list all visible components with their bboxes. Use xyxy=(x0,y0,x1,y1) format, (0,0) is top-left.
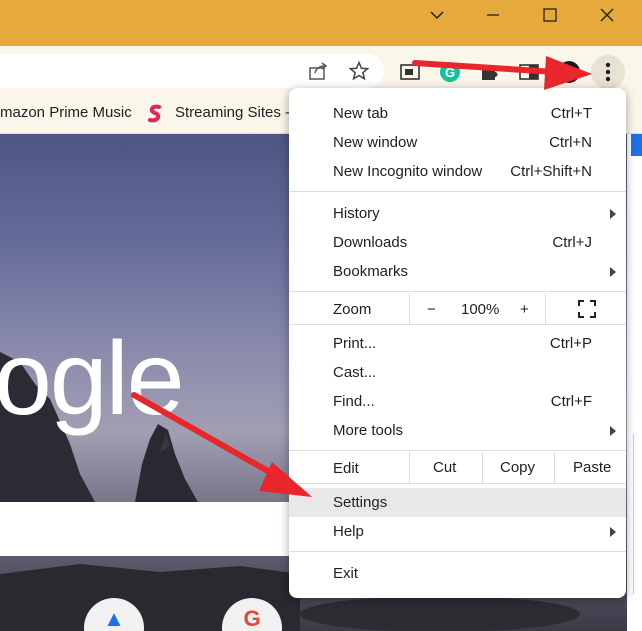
google-search-box[interactable] xyxy=(0,502,296,556)
menu-separator xyxy=(289,191,626,192)
menu-item-history[interactable]: History xyxy=(289,199,626,228)
edit-divider xyxy=(482,452,483,483)
menu-separator xyxy=(289,291,626,292)
bookmark-item[interactable]: Streaming Sites - xyxy=(175,104,290,121)
menu-item-exit[interactable]: Exit xyxy=(289,559,626,588)
chrome-main-menu: New tab Ctrl+T New window Ctrl+N New Inc… xyxy=(289,88,626,598)
menu-item-new-window[interactable]: New window Ctrl+N xyxy=(289,128,626,157)
menu-item-bookmarks[interactable]: Bookmarks xyxy=(289,257,626,286)
kebab-menu-icon xyxy=(605,62,611,82)
profile-icon[interactable] xyxy=(556,59,582,85)
streaming-sites-icon xyxy=(146,104,164,124)
menu-separator xyxy=(289,324,626,325)
menu-item-new-tab[interactable]: New tab Ctrl+T xyxy=(289,99,626,128)
paste-button[interactable]: Paste xyxy=(573,459,611,476)
cut-button[interactable]: Cut xyxy=(433,459,456,476)
chevron-down-icon[interactable] xyxy=(414,0,460,30)
maximize-button[interactable] xyxy=(527,0,573,30)
fullscreen-icon[interactable] xyxy=(578,300,596,322)
share-icon[interactable] xyxy=(306,58,332,84)
menu-separator xyxy=(289,551,626,552)
submenu-arrow-icon xyxy=(610,426,616,436)
menu-separator xyxy=(289,450,626,451)
zoom-in-button[interactable]: + xyxy=(520,301,529,318)
menu-item-new-incognito-window[interactable]: New Incognito window Ctrl+Shift+N xyxy=(289,157,626,186)
svg-text:G: G xyxy=(445,65,455,80)
minimize-button[interactable] xyxy=(470,0,516,30)
page-edge xyxy=(627,134,642,631)
google-logo: ogle xyxy=(0,321,185,437)
menu-row-edit: Edit Cut Copy Paste xyxy=(289,452,626,483)
zoom-out-button[interactable]: − xyxy=(427,301,436,318)
edit-divider xyxy=(554,452,555,483)
page-edge-border xyxy=(633,434,642,594)
menu-separator xyxy=(289,483,626,484)
menu-item-more-tools[interactable]: More tools xyxy=(289,416,626,445)
edit-divider xyxy=(409,452,410,483)
menu-item-cast[interactable]: Cast... xyxy=(289,358,626,387)
bookmark-item[interactable]: mazon Prime Music xyxy=(0,104,132,121)
zoom-divider xyxy=(545,293,546,324)
menu-item-downloads[interactable]: Downloads Ctrl+J xyxy=(289,228,626,257)
bookmark-star-icon[interactable] xyxy=(346,58,372,84)
grammarly-icon[interactable]: G xyxy=(437,59,463,85)
submenu-arrow-icon xyxy=(610,209,616,219)
menu-item-help[interactable]: Help xyxy=(289,517,626,546)
menu-item-settings[interactable]: Settings xyxy=(289,488,626,517)
puzzle-extensions-icon[interactable] xyxy=(476,59,502,85)
page-edge-blue-bar xyxy=(631,134,642,156)
close-button[interactable] xyxy=(584,0,630,30)
title-bar xyxy=(0,0,642,46)
drive-icon: ▲ xyxy=(103,606,125,631)
zoom-divider xyxy=(409,293,410,324)
zoom-level-value: 100% xyxy=(461,301,500,318)
menu-item-find[interactable]: Find... Ctrl+F xyxy=(289,387,626,416)
submenu-arrow-icon xyxy=(610,527,616,537)
menu-row-zoom: Zoom − 100% + xyxy=(289,293,626,324)
kebab-menu-button[interactable] xyxy=(591,55,625,89)
google-g-icon: G xyxy=(243,606,261,631)
submenu-arrow-icon xyxy=(610,267,616,277)
extension-window-icon[interactable] xyxy=(397,59,423,85)
menu-item-print[interactable]: Print... Ctrl+P xyxy=(289,329,626,358)
copy-button[interactable]: Copy xyxy=(500,459,535,476)
address-bar[interactable] xyxy=(0,54,384,88)
tab-strip-icon[interactable] xyxy=(516,59,542,85)
